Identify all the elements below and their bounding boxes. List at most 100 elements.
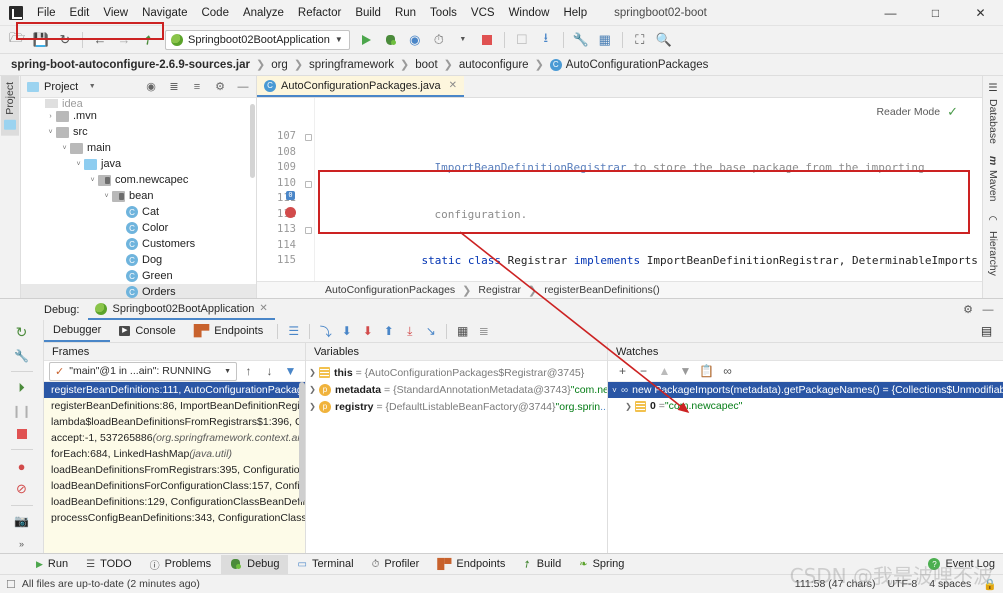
- variable-row-this[interactable]: ❯ this = {AutoConfigurationPackages$Regi…: [306, 364, 607, 381]
- tree-row-main[interactable]: ˅ main: [21, 140, 256, 156]
- frame-row-2[interactable]: lambda$loadBeanDefinitionsFromRegistrars…: [44, 414, 305, 430]
- breadcrumb-boot[interactable]: boot: [412, 58, 440, 72]
- menu-build[interactable]: Build: [348, 4, 388, 22]
- thread-selector[interactable]: ✓ "main"@1 in ...ain": RUNNING ▼: [49, 361, 237, 381]
- tree-row-orders[interactable]: C Orders: [21, 284, 256, 298]
- expand-chevron-icon-this[interactable]: ❯: [306, 368, 319, 377]
- watch-row-expression[interactable]: ˅ ∞ new PackageImports(metadata).getPack…: [608, 382, 1003, 398]
- breadcrumb-springframework[interactable]: springframework: [306, 58, 397, 72]
- more-options-icon[interactable]: »: [11, 535, 33, 553]
- fold-marker-112[interactable]: [305, 227, 312, 234]
- minimize-button[interactable]: —: [868, 0, 913, 26]
- step-into-icon[interactable]: ⬇: [336, 321, 357, 341]
- stop-button[interactable]: [476, 29, 498, 51]
- run-button[interactable]: [356, 29, 378, 51]
- chevron-down-icon-src[interactable]: ˅: [45, 129, 56, 136]
- toolwin-todo[interactable]: ☰ TODO: [78, 555, 140, 574]
- search-everywhere-icon[interactable]: 🔍: [653, 29, 675, 51]
- indent-setting[interactable]: 4 spaces: [929, 578, 971, 590]
- toolwin-debug[interactable]: Debug: [221, 554, 288, 574]
- variable-view-link[interactable]: ... View: [600, 401, 607, 413]
- forward-arrow-icon[interactable]: →: [113, 29, 135, 51]
- settings-wrench-icon[interactable]: 🔧: [570, 29, 592, 51]
- frame-row-5[interactable]: loadBeanDefinitionsFromRegistrars:395, C…: [44, 462, 305, 478]
- remove-watch-icon[interactable]: −: [634, 362, 653, 380]
- project-settings-gear-icon[interactable]: ⚙: [211, 78, 229, 96]
- current-execution-breakpoint-icon[interactable]: [285, 207, 296, 218]
- editor-tab-autoconfigurationpackages[interactable]: C AutoConfigurationPackages.java ✕: [257, 76, 464, 97]
- tree-row-cat[interactable]: C Cat: [21, 204, 256, 220]
- expand-chevron-icon-registry[interactable]: ❯: [306, 402, 319, 411]
- profile-icon[interactable]: ⏱: [428, 29, 450, 51]
- add-watch-icon[interactable]: +: [613, 362, 632, 380]
- drop-frame-icon[interactable]: ⤓: [399, 321, 420, 341]
- project-dropdown-caret-icon[interactable]: ▼: [83, 78, 101, 96]
- editor-breadcrumb-method[interactable]: registerBeanDefinitions(): [544, 284, 660, 296]
- editor-breadcrumb-class[interactable]: AutoConfigurationPackages: [325, 284, 455, 296]
- stop-program-icon[interactable]: [11, 425, 33, 443]
- tree-row[interactable]: idea: [21, 99, 256, 108]
- tree-row-bean[interactable]: ˅ bean: [21, 188, 256, 204]
- profile-dropdown-caret-icon[interactable]: ▼: [452, 29, 474, 51]
- hide-debug-panel-icon[interactable]: —: [979, 301, 997, 319]
- tree-row-src[interactable]: ˅ src: [21, 124, 256, 140]
- chevron-down-icon-java[interactable]: ˅: [73, 161, 84, 168]
- build-hammer-icon[interactable]: ➚: [133, 24, 164, 55]
- frame-row-4[interactable]: forEach:684, LinkedHashMap (java.util): [44, 446, 305, 462]
- toolwin-problems[interactable]: ⓘ Problems: [142, 555, 219, 574]
- expand-chevron-icon-element[interactable]: ❯: [622, 402, 635, 411]
- inspection-ok-icon[interactable]: ✓: [947, 104, 958, 120]
- frame-down-icon[interactable]: ↓: [260, 362, 279, 380]
- collapse-chevron-icon-watch[interactable]: ˅: [608, 386, 621, 395]
- open-folder-icon[interactable]: 🗁: [6, 29, 28, 51]
- frame-row-8[interactable]: processConfigBeanDefinitions:343, Config…: [44, 510, 305, 526]
- breadcrumb-autoconfigure[interactable]: autoconfigure: [456, 58, 532, 72]
- tree-row-customers[interactable]: C Customers: [21, 236, 256, 252]
- source-code[interactable]: ImportBeanDefinitionRegistrar to store t…: [315, 98, 982, 298]
- chevron-down-icon-main[interactable]: ˅: [59, 145, 70, 152]
- chevron-down-icon-pkg[interactable]: ˅: [87, 177, 98, 184]
- lock-icon[interactable]: 🔒: [983, 578, 997, 591]
- breadcrumb-jar[interactable]: spring-boot-autoconfigure-2.6.9-sources.…: [8, 58, 253, 72]
- debug-session-tab[interactable]: Springboot02BootApplication ✕: [88, 299, 275, 320]
- file-encoding[interactable]: UTF-8: [888, 578, 918, 590]
- toolwin-build[interactable]: ➚ Build: [515, 555, 569, 574]
- tab-console[interactable]: ▶ Console: [110, 320, 184, 342]
- debug-settings-gear-icon[interactable]: ⚙: [959, 301, 977, 319]
- resume-program-icon[interactable]: ⏵: [11, 379, 33, 397]
- move-watch-up-icon[interactable]: ▲: [655, 362, 674, 380]
- menu-navigate[interactable]: Navigate: [135, 4, 194, 22]
- project-structure-icon[interactable]: ▦: [594, 29, 616, 51]
- menu-analyze[interactable]: Analyze: [236, 4, 291, 22]
- tool-window-maven[interactable]: m Maven: [984, 150, 1002, 208]
- project-scrollbar[interactable]: [250, 104, 255, 178]
- menu-help[interactable]: Help: [556, 4, 594, 22]
- variable-row-metadata[interactable]: ❯ p metadata = {StandardAnnotationMetada…: [306, 381, 607, 398]
- run-configuration-selector[interactable]: Springboot02BootApplication ▼: [165, 29, 350, 50]
- terminal-icon[interactable]: ⛶: [629, 29, 651, 51]
- back-arrow-icon[interactable]: ←: [89, 29, 111, 51]
- tree-row-green[interactable]: C Green: [21, 268, 256, 284]
- maximize-button[interactable]: □: [913, 0, 958, 26]
- event-log-label[interactable]: Event Log: [945, 558, 995, 570]
- run-to-cursor-icon[interactable]: ↘: [420, 321, 441, 341]
- scroll-from-source-icon[interactable]: ◉: [142, 78, 160, 96]
- close-session-icon[interactable]: ✕: [259, 303, 267, 314]
- chevron-right-icon[interactable]: ›: [45, 113, 56, 120]
- frames-list[interactable]: registerBeanDefinitions:111, AutoConfigu…: [44, 382, 305, 553]
- event-log-status-icon[interactable]: ?: [928, 558, 941, 570]
- camera-snapshot-icon[interactable]: 📷: [11, 513, 33, 531]
- toolwin-terminal[interactable]: ▭ Terminal: [290, 555, 362, 574]
- menu-vcs[interactable]: VCS: [464, 4, 502, 22]
- layout-settings-icon[interactable]: ≣: [473, 321, 494, 341]
- toolwin-spring[interactable]: ❧ Spring: [571, 555, 632, 574]
- variables-list[interactable]: ❯ this = {AutoConfigurationPackages$Regi…: [306, 361, 607, 553]
- fold-gutter[interactable]: [301, 98, 315, 298]
- frame-row-7[interactable]: loadBeanDefinitions:129, ConfigurationCl…: [44, 494, 305, 510]
- toolwin-run[interactable]: ▶ Run: [28, 555, 76, 574]
- move-watch-down-icon[interactable]: ▼: [676, 362, 695, 380]
- tree-row-java[interactable]: ˅ java: [21, 156, 256, 172]
- tree-row-dog[interactable]: C Dog: [21, 252, 256, 268]
- evaluate-expression-icon[interactable]: ▦: [452, 321, 473, 341]
- tool-window-project[interactable]: Project: [1, 76, 19, 136]
